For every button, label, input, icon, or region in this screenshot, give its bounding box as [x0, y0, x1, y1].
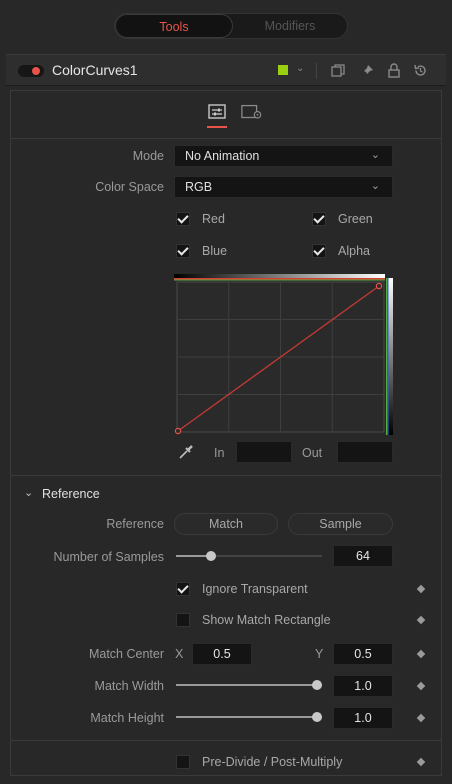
eyedropper-icon[interactable] [178, 444, 194, 460]
match-height-input[interactable]: 1.0 [333, 707, 393, 729]
node-title: ColorCurves1 [52, 62, 138, 78]
green-label: Green [338, 212, 373, 226]
match-height-slider-knob[interactable] [312, 712, 322, 722]
match-width-label: Match Width [94, 679, 164, 693]
match-center-y-input[interactable]: 0.5 [333, 643, 393, 665]
samples-slider-knob[interactable] [206, 551, 216, 561]
settings-tab-icon[interactable] [241, 104, 263, 120]
tool-tabs: Tools Modifiers [114, 13, 348, 39]
reset-icon[interactable] [413, 63, 428, 78]
active-tab-indicator [207, 126, 227, 128]
match-width-slider-fill [176, 684, 322, 686]
in-label: In [214, 446, 225, 460]
match-button[interactable]: Match [174, 513, 278, 535]
predivide-checkbox[interactable] [176, 755, 190, 769]
pin-icon[interactable] [360, 64, 374, 78]
curve-point-end [375, 282, 383, 290]
sample-button[interactable]: Sample [288, 513, 393, 535]
match-width-slider-knob[interactable] [312, 680, 322, 690]
chevron-down-icon[interactable]: ⌄ [296, 63, 304, 74]
x-label: X [175, 647, 184, 661]
divider [10, 138, 442, 139]
node-enable-toggle[interactable] [18, 65, 44, 77]
chevron-down-icon[interactable]: ⌄ [24, 486, 33, 499]
node-color-swatch[interactable] [278, 65, 288, 75]
colorspace-dropdown[interactable]: RGB ⌄ [174, 176, 393, 198]
node-header: ColorCurves1 ⌄ [6, 54, 446, 86]
curve-editor[interactable] [174, 274, 394, 436]
y-label: Y [315, 647, 324, 661]
reference-label: Reference [106, 517, 164, 531]
red-label: Red [202, 212, 225, 226]
red-checkbox[interactable] [176, 212, 190, 226]
ignore-transparent-checkbox[interactable] [176, 582, 190, 596]
out-label: Out [302, 446, 323, 460]
alpha-checkbox[interactable] [312, 244, 326, 258]
lock-icon[interactable] [388, 63, 400, 78]
curve-point-start [174, 427, 182, 435]
match-center-x-input[interactable]: 0.5 [192, 643, 252, 665]
chevron-down-icon: ⌄ [370, 180, 380, 192]
tab-tools[interactable]: Tools [115, 14, 233, 38]
toggle-dot [32, 67, 40, 75]
versions-icon[interactable] [331, 64, 345, 78]
divider [10, 475, 442, 476]
tab-modifiers[interactable]: Modifiers [233, 14, 347, 38]
in-input[interactable] [236, 441, 292, 463]
ignore-transparent-label: Ignore Transparent [202, 582, 308, 596]
blue-label: Blue [202, 244, 228, 258]
divider [10, 740, 442, 741]
blue-checkbox[interactable] [176, 244, 190, 258]
header-divider [316, 63, 317, 79]
colorspace-label: Color Space [95, 180, 164, 194]
colorspace-value: RGB [185, 180, 213, 194]
match-height-slider-fill [176, 716, 322, 718]
samples-input[interactable]: 64 [333, 545, 393, 567]
show-match-rect-label: Show Match Rectangle [202, 613, 331, 627]
output-gradient-bar [388, 278, 393, 435]
controls-tab-icon[interactable] [206, 104, 228, 120]
match-height-label: Match Height [90, 711, 164, 725]
chevron-down-icon: ⌄ [370, 149, 380, 161]
match-center-label: Match Center [88, 647, 164, 661]
reference-section-title[interactable]: Reference [42, 487, 100, 501]
green-checkbox[interactable] [312, 212, 326, 226]
predivide-label: Pre-Divide / Post-Multiply [202, 755, 343, 769]
out-input[interactable] [337, 441, 393, 463]
mode-dropdown[interactable]: No Animation ⌄ [174, 145, 393, 167]
match-width-input[interactable]: 1.0 [333, 675, 393, 697]
mode-value: No Animation [185, 149, 260, 163]
alpha-label: Alpha [338, 244, 370, 258]
show-match-rect-checkbox[interactable] [176, 613, 190, 627]
mode-label: Mode [132, 149, 164, 163]
samples-label: Number of Samples [53, 550, 164, 564]
